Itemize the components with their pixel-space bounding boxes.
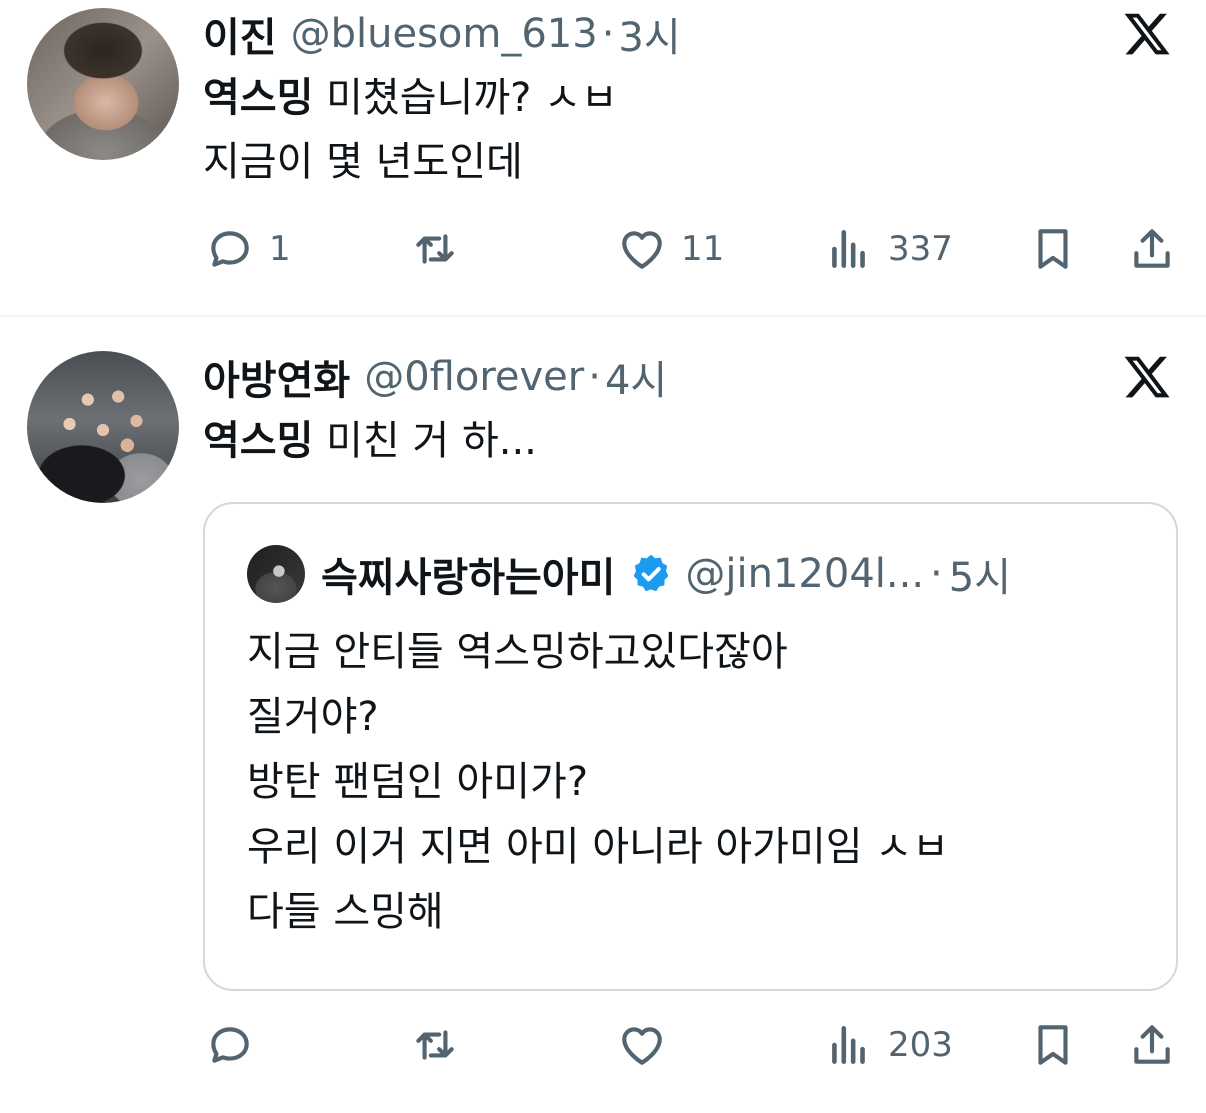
author-name[interactable]: 아방연화: [203, 348, 350, 406]
reply-count: 1: [269, 229, 291, 269]
avatar[interactable]: [27, 8, 179, 160]
tweet-header: 아방연화 @0florever · 4시: [203, 347, 667, 407]
tweet-header: 이진 @bluesom_613 · 3시: [203, 4, 681, 64]
tweet-text: 역스밍 미쳤습니까? ㅅㅂ 지금이 몇 년도인데: [203, 66, 618, 194]
action-bar: 203: [0, 1015, 1206, 1075]
bookmark-button[interactable]: [1028, 219, 1078, 279]
retweet-button[interactable]: [410, 219, 474, 279]
quoted-text: 지금 안티들 역스밍하고있다잖아 질거야? 방탄 팬덤인 아미가? 우리 이거 …: [247, 620, 949, 945]
quoted-line: 질거야?: [247, 694, 379, 740]
hashtag-keyword[interactable]: 역스밍: [203, 418, 313, 464]
hashtag-keyword[interactable]: 역스밍: [203, 75, 313, 121]
tweet-line: 지금이 몇 년도인데: [203, 139, 523, 185]
quoted-line: 우리 이거 지면 아미 아니라 아가미임 ㅅㅂ: [247, 824, 949, 870]
quoted-avatar[interactable]: [247, 545, 305, 603]
tweet-line-text: 미쳤습니까? ㅅㅂ: [313, 75, 618, 121]
like-button[interactable]: [617, 1015, 681, 1075]
quoted-line: 다들 스밍해: [247, 889, 444, 935]
like-icon: [622, 231, 662, 269]
retweet-button[interactable]: [410, 1015, 474, 1075]
bookmark-button[interactable]: [1028, 1015, 1078, 1075]
reply-icon: [211, 1027, 249, 1063]
like-button[interactable]: 11: [617, 219, 724, 279]
tweet-time[interactable]: 3시: [618, 5, 680, 63]
quoted-author-name[interactable]: 슥찌사랑하는아미: [321, 545, 615, 603]
like-icon: [622, 1027, 662, 1065]
avatar[interactable]: [27, 351, 179, 503]
separator-dot: ·: [601, 11, 615, 57]
separator-dot: ·: [930, 551, 943, 597]
author-handle[interactable]: @0florever: [364, 354, 584, 400]
quoted-time[interactable]: 5시: [949, 545, 1011, 603]
tweet-line: 역스밍 미쳤습니까? ㅅㅂ: [203, 66, 618, 130]
tweet-line: 역스밍 미친 거 하...: [203, 409, 537, 473]
views-button[interactable]: 203: [824, 1015, 953, 1075]
retweet-icon: [416, 234, 454, 264]
tweet-line-text: 미친 거 하...: [313, 418, 537, 464]
x-logo-icon: [1124, 13, 1170, 55]
share-button[interactable]: [1127, 219, 1177, 279]
action-bar: 1 11 337: [0, 219, 1206, 279]
share-button[interactable]: [1127, 1015, 1177, 1075]
separator-dot: ·: [588, 354, 601, 400]
bookmark-icon: [1038, 1025, 1068, 1065]
quoted-tweet[interactable]: 슥찌사랑하는아미 @jin1204l... · 5시 지금 안티들 역스밍하고있…: [203, 502, 1178, 991]
tweet[interactable]: 아방연화 @0florever · 4시 역스밍 미친 거 하... 슥찌사랑하…: [0, 317, 1206, 1113]
tweet[interactable]: 이진 @bluesom_613 · 3시 역스밍 미쳤습니까? ㅅㅂ 지금이 몇…: [0, 0, 1206, 316]
quoted-header: 슥찌사랑하는아미 @jin1204l... · 5시: [321, 544, 1011, 604]
tweet-time[interactable]: 4시: [605, 348, 667, 406]
verified-badge-icon: [633, 554, 669, 592]
author-handle[interactable]: @bluesom_613: [291, 11, 598, 57]
quoted-line: 지금 안티들 역스밍하고있다잖아: [247, 629, 788, 675]
views-icon: [832, 230, 865, 268]
like-count: 11: [681, 229, 725, 269]
quoted-line: 방탄 팬덤인 아미가?: [247, 759, 589, 805]
view-count: 203: [888, 1025, 953, 1065]
reply-button[interactable]: 1: [205, 219, 291, 279]
views-icon: [832, 1026, 865, 1064]
view-count: 337: [888, 229, 953, 269]
reply-button[interactable]: [205, 1015, 269, 1075]
bookmark-icon: [1038, 229, 1068, 269]
share-icon: [1134, 1025, 1170, 1064]
reply-icon: [211, 231, 249, 267]
author-name[interactable]: 이진: [203, 5, 277, 63]
views-button[interactable]: 337: [824, 219, 953, 279]
tweet-text: 역스밍 미친 거 하...: [203, 409, 537, 473]
x-logo-icon: [1124, 356, 1170, 398]
quoted-handle[interactable]: @jin1204l...: [685, 551, 924, 597]
retweet-icon: [416, 1030, 454, 1060]
share-icon: [1134, 229, 1170, 268]
